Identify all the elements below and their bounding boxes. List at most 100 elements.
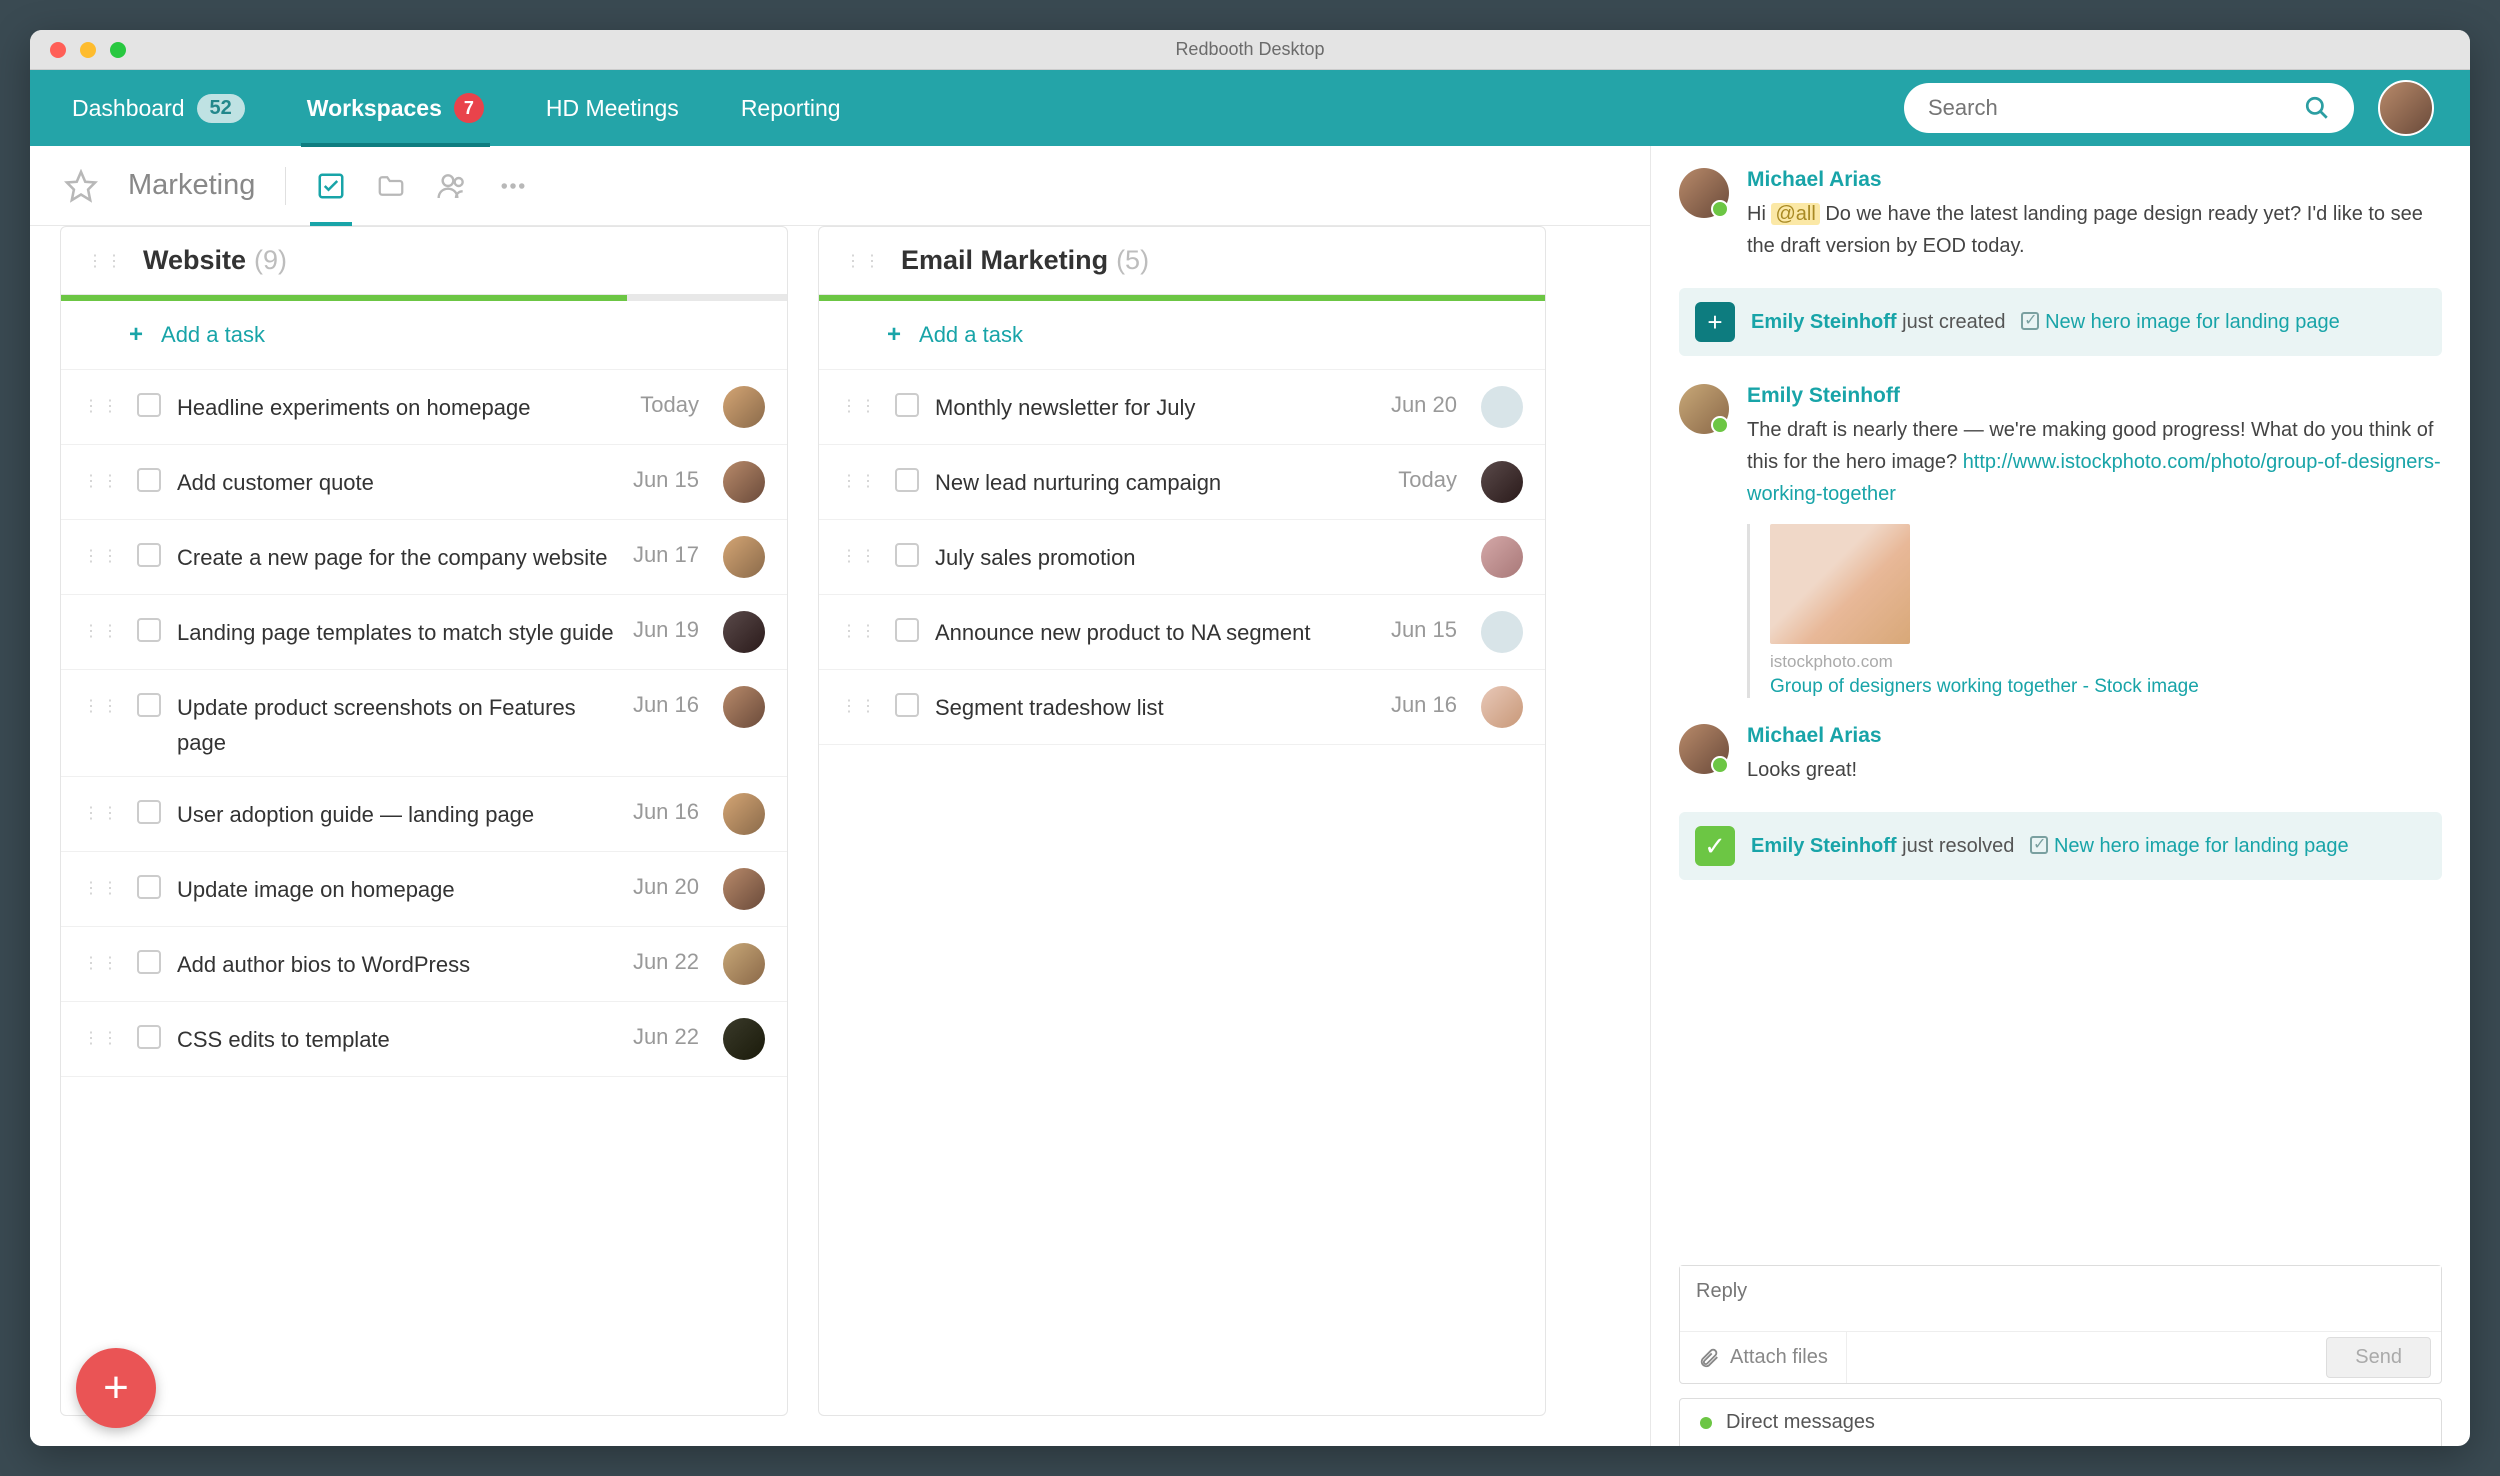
search-box[interactable] — [1904, 83, 2354, 133]
column-header[interactable]: ⋮⋮ Email Marketing (5) — [819, 227, 1545, 295]
task-row[interactable]: ⋮⋮ Segment tradeshow list Jun 16 — [819, 670, 1545, 745]
activity-text: Emily Steinhoff just resolved New hero i… — [1751, 835, 2349, 858]
task-assignee-avatar[interactable] — [723, 386, 765, 428]
message-author[interactable]: Emily Steinhoff — [1747, 384, 2442, 408]
task-row[interactable]: ⋮⋮ Update product screenshots on Feature… — [61, 670, 787, 777]
message-avatar[interactable] — [1679, 384, 1729, 434]
task-assignee-avatar[interactable] — [723, 868, 765, 910]
reply-input[interactable] — [1680, 1266, 2441, 1326]
tasks-view-icon[interactable] — [316, 171, 346, 201]
more-icon[interactable] — [498, 171, 528, 201]
task-checkbox[interactable] — [895, 543, 919, 567]
task-checkbox[interactable] — [137, 393, 161, 417]
message-author[interactable]: Michael Arias — [1747, 168, 2442, 192]
task-row[interactable]: ⋮⋮ Announce new product to NA segment Ju… — [819, 595, 1545, 670]
task-assignee-avatar[interactable] — [723, 536, 765, 578]
task-checkbox[interactable] — [895, 468, 919, 492]
drag-handle-icon[interactable]: ⋮⋮ — [83, 803, 121, 823]
task-row[interactable]: ⋮⋮ Create a new page for the company web… — [61, 520, 787, 595]
task-checkbox[interactable] — [895, 618, 919, 642]
mention[interactable]: @all — [1771, 203, 1819, 225]
task-row[interactable]: ⋮⋮ Update image on homepage Jun 20 — [61, 852, 787, 927]
message-avatar[interactable] — [1679, 168, 1729, 218]
task-row[interactable]: ⋮⋮ User adoption guide — landing page Ju… — [61, 777, 787, 852]
activity-user[interactable]: Emily Steinhoff — [1751, 311, 1897, 333]
drag-handle-icon[interactable]: ⋮⋮ — [83, 396, 121, 416]
task-row[interactable]: ⋮⋮ Landing page templates to match style… — [61, 595, 787, 670]
task-title: New lead nurturing campaign — [935, 461, 1382, 500]
task-checkbox[interactable] — [137, 1025, 161, 1049]
star-icon[interactable] — [64, 169, 98, 203]
attachment[interactable]: istockphoto.com Group of designers worki… — [1747, 524, 2442, 698]
task-assignee-avatar[interactable] — [723, 943, 765, 985]
column-header[interactable]: ⋮⋮ Website (9) — [61, 227, 787, 295]
files-view-icon[interactable] — [376, 171, 406, 201]
task-assignee-avatar[interactable] — [1481, 461, 1523, 503]
nav-dashboard[interactable]: Dashboard 52 — [66, 70, 251, 147]
activity-task[interactable]: New hero image for landing page — [2045, 311, 2340, 333]
task-checkbox[interactable] — [895, 393, 919, 417]
task-checkbox[interactable] — [137, 875, 161, 899]
activity-item[interactable]: + Emily Steinhoff just created New hero … — [1679, 288, 2442, 356]
task-checkbox[interactable] — [137, 950, 161, 974]
add-task-button[interactable]: + Add a task — [61, 301, 787, 370]
task-assignee-avatar[interactable] — [723, 1018, 765, 1060]
add-task-button[interactable]: + Add a task — [819, 301, 1545, 370]
task-assignee-avatar[interactable] — [723, 461, 765, 503]
drag-handle-icon[interactable]: ⋮⋮ — [83, 878, 121, 898]
task-checkbox[interactable] — [137, 468, 161, 492]
activity-task[interactable]: New hero image for landing page — [2054, 835, 2349, 857]
task-checkbox[interactable] — [895, 693, 919, 717]
activity-item[interactable]: ✓ Emily Steinhoff just resolved New hero… — [1679, 812, 2442, 880]
task-row[interactable]: ⋮⋮ New lead nurturing campaign Today — [819, 445, 1545, 520]
task-row[interactable]: ⋮⋮ July sales promotion — [819, 520, 1545, 595]
drag-handle-icon[interactable]: ⋮⋮ — [841, 396, 879, 416]
new-task-fab[interactable]: + — [76, 1348, 156, 1428]
nav-workspaces[interactable]: Workspaces 7 — [301, 69, 490, 147]
task-assignee-avatar[interactable] — [1481, 686, 1523, 728]
task-assignee-avatar[interactable] — [723, 793, 765, 835]
task-checkbox[interactable] — [137, 618, 161, 642]
add-task-label: Add a task — [161, 322, 265, 348]
drag-handle-icon[interactable]: ⋮⋮ — [83, 471, 121, 491]
task-checkbox[interactable] — [137, 543, 161, 567]
drag-handle-icon[interactable]: ⋮⋮ — [83, 621, 121, 641]
drag-handle-icon[interactable]: ⋮⋮ — [841, 546, 879, 566]
task-row[interactable]: ⋮⋮ Add customer quote Jun 15 — [61, 445, 787, 520]
drag-handle-icon[interactable]: ⋮⋮ — [83, 696, 121, 716]
task-checkbox[interactable] — [137, 693, 161, 717]
drag-handle-icon[interactable]: ⋮⋮ — [83, 546, 121, 566]
drag-handle-icon[interactable]: ⋮⋮ — [83, 953, 121, 973]
task-row[interactable]: ⋮⋮ Add author bios to WordPress Jun 22 — [61, 927, 787, 1002]
attachment-thumbnail[interactable] — [1770, 524, 1910, 644]
user-avatar[interactable] — [2378, 80, 2434, 136]
drag-handle-icon[interactable]: ⋮⋮ — [83, 1028, 121, 1048]
nav-reporting[interactable]: Reporting — [735, 71, 847, 146]
attachment-title[interactable]: Group of designers working together - St… — [1770, 676, 2442, 698]
nav-meetings[interactable]: HD Meetings — [540, 71, 685, 146]
drag-handle-icon[interactable]: ⋮⋮ — [87, 251, 125, 271]
task-checkbox[interactable] — [137, 800, 161, 824]
task-assignee-avatar[interactable] — [723, 686, 765, 728]
drag-handle-icon[interactable]: ⋮⋮ — [845, 251, 883, 271]
message-author[interactable]: Michael Arias — [1747, 724, 2442, 748]
members-view-icon[interactable] — [436, 170, 468, 202]
nav-meetings-label: HD Meetings — [546, 95, 679, 122]
send-button[interactable]: Send — [2326, 1337, 2431, 1378]
message-avatar[interactable] — [1679, 724, 1729, 774]
drag-handle-icon[interactable]: ⋮⋮ — [841, 696, 879, 716]
drag-handle-icon[interactable]: ⋮⋮ — [841, 621, 879, 641]
activity-user[interactable]: Emily Steinhoff — [1751, 835, 1897, 857]
task-row[interactable]: ⋮⋮ CSS edits to template Jun 22 — [61, 1002, 787, 1077]
task-assignee-avatar[interactable] — [723, 611, 765, 653]
task-row[interactable]: ⋮⋮ Headline experiments on homepage Toda… — [61, 370, 787, 445]
drag-handle-icon[interactable]: ⋮⋮ — [841, 471, 879, 491]
direct-messages-bar[interactable]: Direct messages — [1679, 1398, 2442, 1446]
task-assignee-avatar[interactable] — [1481, 386, 1523, 428]
task-title: Segment tradeshow list — [935, 686, 1375, 725]
search-input[interactable] — [1928, 95, 2304, 121]
task-assignee-avatar[interactable] — [1481, 536, 1523, 578]
attach-files-button[interactable]: Attach files — [1680, 1332, 1847, 1383]
task-assignee-avatar[interactable] — [1481, 611, 1523, 653]
task-row[interactable]: ⋮⋮ Monthly newsletter for July Jun 20 — [819, 370, 1545, 445]
